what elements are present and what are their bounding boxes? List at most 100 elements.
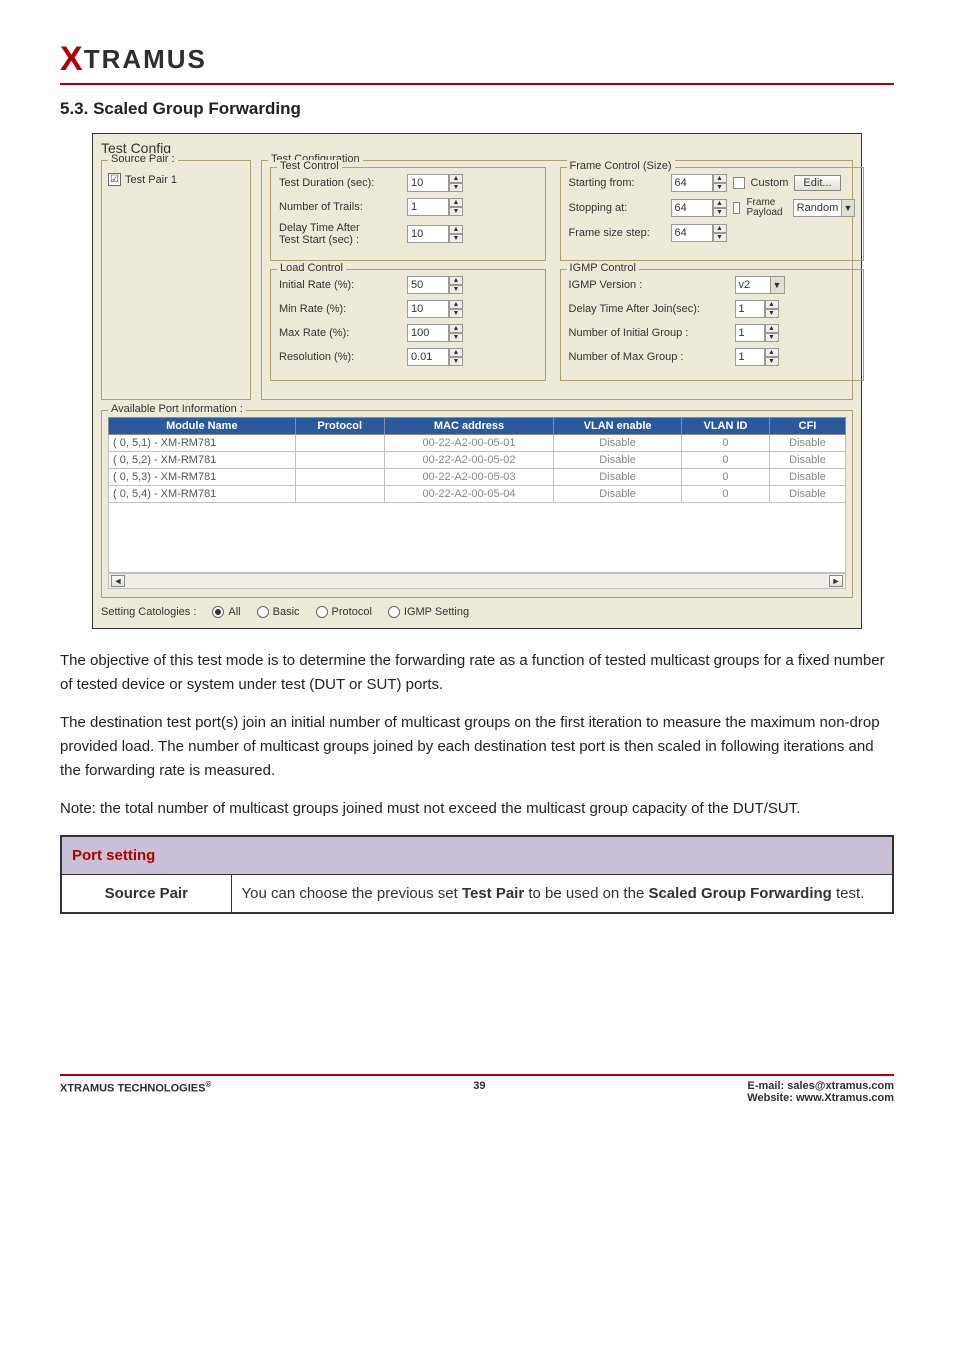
scroll-right-icon[interactable]: ►	[829, 575, 843, 587]
source-pair-cell: Source Pair	[61, 875, 231, 914]
igmp-control-box: IGMP Control IGMP Version : v2 ▼ De	[560, 269, 864, 381]
checkbox-checked-icon[interactable]: ☑	[108, 173, 121, 186]
spinner-icon[interactable]: ▲▼	[713, 174, 727, 192]
max-rate-input[interactable]: 100▲▼	[407, 324, 463, 342]
max-rate-label: Max Rate (%):	[279, 327, 401, 339]
footer-website: Website: www.Xtramus.com	[747, 1092, 894, 1104]
custom-checkbox[interactable]	[733, 177, 745, 189]
col-mac: MAC address	[384, 418, 553, 435]
spinner-icon[interactable]: ▲▼	[765, 300, 779, 318]
delay-join-label: Delay Time After Join(sec):	[569, 303, 729, 315]
delay-label1: Delay Time After	[279, 222, 360, 234]
source-pair-box: Source Pair : ☑ Test Pair 1	[101, 160, 251, 400]
spinner-icon[interactable]: ▲▼	[449, 324, 463, 342]
spinner-icon[interactable]: ▲▼	[449, 348, 463, 366]
step-label: Frame size step:	[569, 227, 665, 239]
spinner-icon[interactable]: ▲▼	[449, 198, 463, 216]
paragraph-3: Note: the total number of multicast grou…	[60, 797, 894, 821]
starting-input[interactable]: 64▲▼	[671, 174, 727, 192]
igmp-version-label: IGMP Version :	[569, 279, 729, 291]
delay-label2: Test Start (sec) :	[279, 234, 359, 246]
col-module: Module Name	[109, 418, 296, 435]
available-port-box: Available Port Information : Module Name…	[101, 410, 853, 598]
port-table: Module Name Protocol MAC address VLAN en…	[108, 417, 846, 503]
test-control-box: Test Control Test Duration (sec): 10 ▲▼	[270, 167, 546, 261]
logo-x: X	[60, 40, 83, 79]
chevron-down-icon[interactable]: ▼	[770, 277, 784, 293]
table-row[interactable]: ( 0, 5,4) - XM-RM78100-22-A2-00-05-04Dis…	[109, 486, 846, 503]
trails-label: Number of Trails:	[279, 201, 401, 213]
stopping-input[interactable]: 64▲▼	[671, 199, 727, 217]
initial-rate-label: Initial Rate (%):	[279, 279, 401, 291]
scroll-left-icon[interactable]: ◄	[111, 575, 125, 587]
chevron-down-icon[interactable]: ▼	[841, 200, 853, 216]
test-configuration-box: Test Configuration Test Control Test Dur…	[261, 160, 853, 400]
radio-igmp[interactable]: IGMP Setting	[388, 606, 469, 618]
delay-join-input[interactable]: 1▲▼	[735, 300, 779, 318]
setting-categories-row: Setting Catologies : All Basic Protocol …	[101, 606, 853, 618]
edit-button[interactable]: Edit...	[794, 175, 840, 191]
max-group-input[interactable]: 1▲▼	[735, 348, 779, 366]
port-setting-table: Port setting Source Pair You can choose …	[60, 835, 894, 914]
radio-protocol[interactable]: Protocol	[316, 606, 372, 618]
test-pair-label: Test Pair 1	[125, 174, 177, 186]
spinner-icon[interactable]: ▲▼	[713, 199, 727, 217]
col-vlan-enable: VLAN enable	[554, 418, 682, 435]
min-rate-label: Min Rate (%):	[279, 303, 401, 315]
spinner-icon[interactable]: ▲▼	[449, 225, 463, 243]
delay-input[interactable]: 10 ▲▼	[407, 225, 463, 243]
resolution-label: Resolution (%):	[279, 351, 401, 363]
footer-email: E-mail: sales@xtramus.com	[747, 1080, 894, 1092]
col-vlan-id: VLAN ID	[681, 418, 769, 435]
initial-group-label: Number of Initial Group :	[569, 327, 729, 339]
stopping-label: Stopping at:	[569, 202, 665, 214]
horizontal-scrollbar[interactable]: ◄ ►	[108, 573, 846, 589]
table-row[interactable]: ( 0, 5,3) - XM-RM78100-22-A2-00-05-03Dis…	[109, 469, 846, 486]
initial-rate-input[interactable]: 50▲▼	[407, 276, 463, 294]
frame-control-label: Frame Control (Size)	[567, 160, 675, 172]
load-control-box: Load Control Initial Rate (%): 50▲▼ Min …	[270, 269, 546, 381]
paragraph-2: The destination test port(s) join an ini…	[60, 711, 894, 783]
spinner-icon[interactable]: ▲▼	[765, 348, 779, 366]
spinner-icon[interactable]: ▲▼	[449, 300, 463, 318]
starting-label: Starting from:	[569, 177, 665, 189]
min-rate-input[interactable]: 10▲▼	[407, 300, 463, 318]
igmp-version-select[interactable]: v2 ▼	[735, 276, 785, 294]
load-control-label: Load Control	[277, 262, 346, 274]
spinner-icon[interactable]: ▲▼	[765, 324, 779, 342]
spinner-icon[interactable]: ▲▼	[449, 276, 463, 294]
resolution-input[interactable]: 0.01▲▼	[407, 348, 463, 366]
spinner-icon[interactable]: ▲▼	[713, 224, 727, 242]
test-control-label: Test Control	[277, 160, 342, 172]
step-input[interactable]: 64▲▼	[671, 224, 727, 242]
frame-payload-label: Frame Payload	[746, 198, 786, 218]
frame-payload-checkbox[interactable]	[733, 202, 741, 214]
table-row[interactable]: ( 0, 5,2) - XM-RM78100-22-A2-00-05-02Dis…	[109, 452, 846, 469]
random-select[interactable]: Random ▼	[793, 199, 855, 217]
port-setting-header: Port setting	[61, 836, 893, 875]
duration-input[interactable]: 10 ▲▼	[407, 174, 463, 192]
available-port-label: Available Port Information :	[108, 403, 246, 415]
col-protocol: Protocol	[295, 418, 384, 435]
trails-input[interactable]: 1 ▲▼	[407, 198, 463, 216]
section-heading: 5.3. Scaled Group Forwarding	[60, 99, 894, 119]
radio-all[interactable]: All	[212, 606, 240, 618]
spinner-icon[interactable]: ▲▼	[449, 174, 463, 192]
igmp-label: IGMP Control	[567, 262, 639, 274]
duration-label: Test Duration (sec):	[279, 177, 401, 189]
radio-basic[interactable]: Basic	[257, 606, 300, 618]
page-number: 39	[473, 1080, 485, 1092]
logo-rest: TRAMUS	[84, 44, 207, 75]
max-group-label: Number of Max Group :	[569, 351, 729, 363]
panel-title: Test Config	[101, 140, 853, 156]
initial-group-input[interactable]: 1▲▼	[735, 324, 779, 342]
paragraph-1: The objective of this test mode is to de…	[60, 649, 894, 697]
source-pair-desc: You can choose the previous set Test Pai…	[231, 875, 893, 914]
frame-control-box: Frame Control (Size) Starting from: 64▲▼…	[560, 167, 864, 261]
logo-header: X TRAMUS	[60, 40, 894, 85]
table-row[interactable]: ( 0, 5,1) - XM-RM78100-22-A2-00-05-01Dis…	[109, 435, 846, 452]
source-pair-label: Source Pair :	[108, 153, 178, 165]
source-pair-item[interactable]: ☑ Test Pair 1	[108, 173, 244, 186]
setting-categories-label: Setting Catologies :	[101, 606, 196, 618]
footer-company: XTRAMUS TECHNOLOGIES	[60, 1083, 205, 1095]
